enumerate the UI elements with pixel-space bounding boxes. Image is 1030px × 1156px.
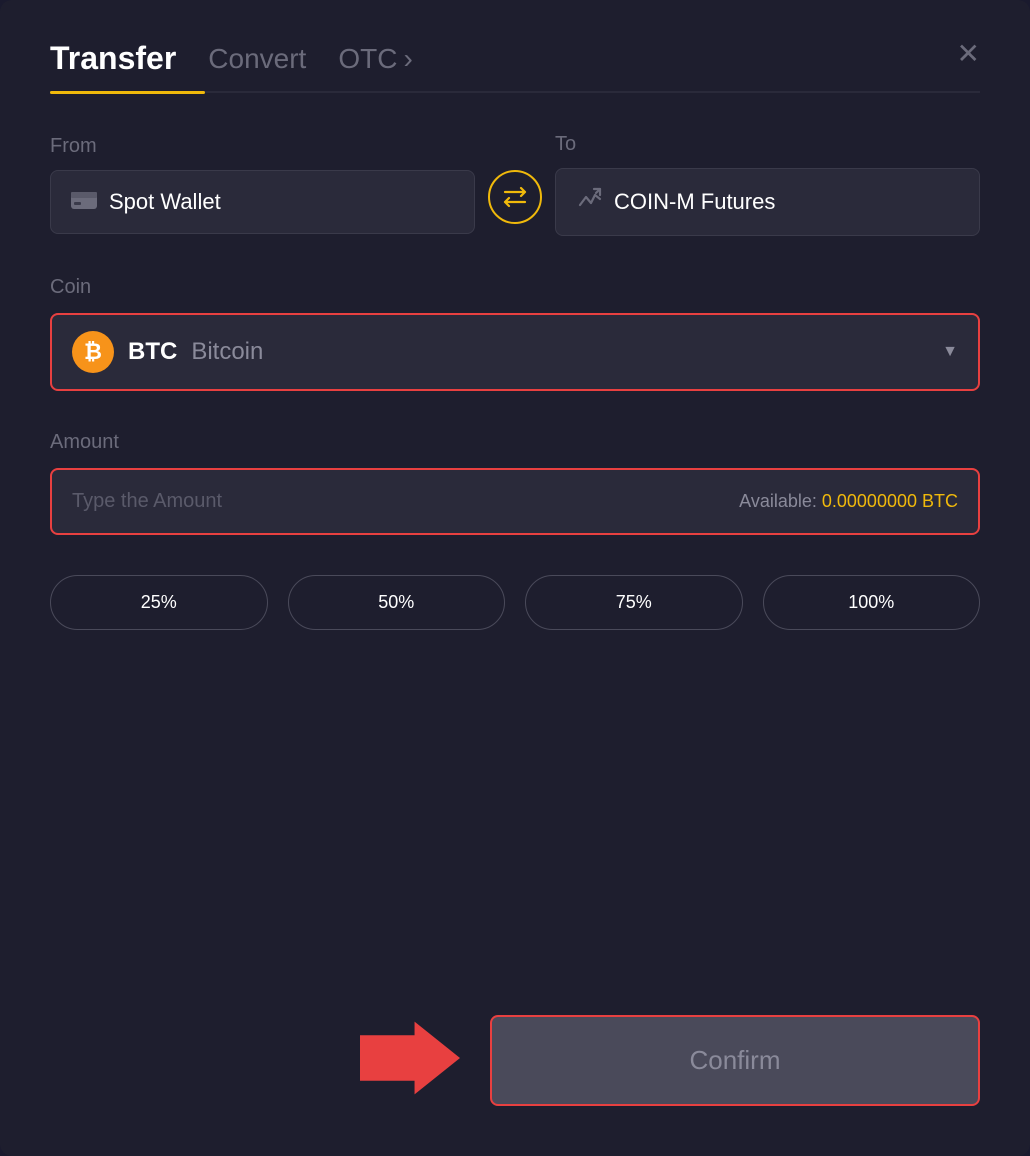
to-group: To COIN-M Futures [555,133,980,236]
arrow-indicator [360,1018,460,1103]
coin-symbol: BTC [128,338,177,366]
tab-convert[interactable]: Convert [208,43,306,89]
confirm-button[interactable]: Confirm [490,1015,980,1106]
from-to-section: From Spot Wallet [50,133,980,236]
futures-icon [576,187,602,217]
swap-button[interactable] [488,170,542,224]
chevron-down-icon: ▼ [942,343,958,361]
from-wallet-name: Spot Wallet [109,189,221,215]
amount-label: Amount [50,431,980,454]
coin-selector[interactable]: ₿ BTC Bitcoin ▼ [50,313,980,391]
transfer-modal: Transfer Convert OTC › ✕ From Spot Walle [0,0,1030,1156]
tab-transfer[interactable]: Transfer [50,40,176,91]
from-label: From [50,135,475,158]
pct-75-button[interactable]: 75% [525,575,743,630]
pct-100-button[interactable]: 100% [763,575,981,630]
tab-bar: Transfer Convert OTC › ✕ [50,40,980,91]
pct-50-button[interactable]: 50% [288,575,506,630]
to-label: To [555,133,980,156]
tab-underline [50,91,980,93]
available-display: Available: 0.00000000 BTC [739,491,958,512]
coin-fullname: Bitcoin [191,338,263,366]
to-wallet-name: COIN-M Futures [614,189,775,215]
pct-25-button[interactable]: 25% [50,575,268,630]
wallet-card-icon [71,189,97,215]
percentage-buttons: 25% 50% 75% 100% [50,575,980,630]
close-button[interactable]: ✕ [957,40,980,68]
swap-wrapper [475,142,555,228]
btc-icon: ₿ [72,331,114,373]
amount-section: Amount Type the Amount Available: 0.0000… [50,431,980,535]
coin-label: Coin [50,276,980,299]
tab-otc[interactable]: OTC › [338,43,412,89]
available-amount: 0.00000000 BTC [822,491,958,511]
amount-placeholder[interactable]: Type the Amount [72,490,222,513]
to-wallet-selector[interactable]: COIN-M Futures [555,168,980,236]
from-wallet-selector[interactable]: Spot Wallet [50,170,475,234]
confirm-section: Confirm [50,1015,980,1106]
available-label: Available: [739,491,817,511]
from-group: From Spot Wallet [50,135,475,234]
active-tab-indicator [50,91,205,94]
amount-input-box: Type the Amount Available: 0.00000000 BT… [50,468,980,535]
